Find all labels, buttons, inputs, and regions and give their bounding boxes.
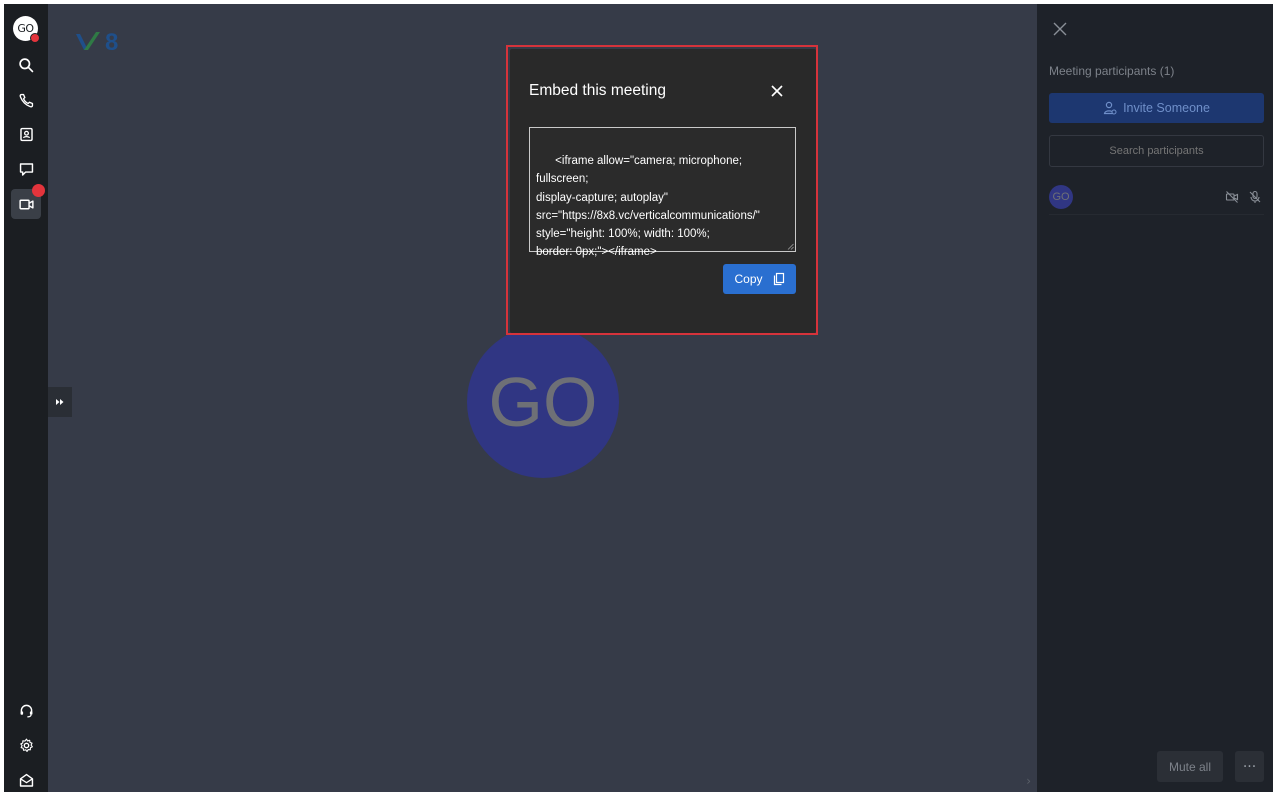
inbox-icon: [19, 773, 33, 787]
app-frame: GO 8 GO › Meeting participants (1) Invit…: [4, 4, 1273, 792]
gear-icon: [19, 738, 33, 752]
participants-panel: Meeting participants (1) Invite Someone …: [1037, 4, 1273, 792]
participant-video-initials: GO: [488, 363, 598, 441]
add-user-icon: [1103, 101, 1117, 115]
copy-button[interactable]: Copy: [723, 264, 796, 294]
search-icon: [18, 57, 33, 72]
mic-off-icon: [1249, 190, 1261, 203]
mute-all-button[interactable]: Mute all: [1157, 751, 1223, 782]
close-panel-button[interactable]: [1049, 18, 1071, 40]
expand-sidebar-button[interactable]: [48, 387, 72, 417]
search-participants-input[interactable]: [1049, 135, 1264, 167]
left-rail: GO: [4, 4, 48, 792]
active-call-badge: [32, 184, 45, 197]
meetings-button[interactable]: [11, 184, 45, 219]
close-dialog-button[interactable]: [769, 83, 785, 99]
user-avatar[interactable]: GO: [13, 16, 40, 43]
inbox-button[interactable]: [11, 765, 41, 792]
invite-button-label: Invite Someone: [1123, 101, 1210, 115]
double-chevron-right-icon: [56, 399, 64, 405]
phone-icon: [19, 93, 33, 107]
logo-icon: 8: [76, 29, 118, 56]
participant-row[interactable]: GO: [1049, 185, 1264, 215]
embed-code-text: <iframe allow="camera; microphone; fulls…: [536, 155, 760, 259]
svg-text:8: 8: [105, 29, 118, 54]
dialog-title: Embed this meeting: [529, 82, 666, 99]
camera-off-icon: [1225, 191, 1239, 203]
copy-icon: [773, 272, 784, 286]
resize-grip-icon[interactable]: [787, 243, 794, 250]
participant-video-avatar: GO: [467, 326, 619, 478]
embed-code-textarea[interactable]: <iframe allow="camera; microphone; fulls…: [529, 127, 796, 258]
embed-meeting-dialog: Embed this meeting <iframe allow="camera…: [510, 49, 816, 333]
calls-button[interactable]: [11, 85, 41, 115]
headset-icon: [20, 704, 32, 717]
brand-logo: 8: [74, 28, 126, 58]
chevron-right-icon[interactable]: ›: [1026, 774, 1031, 788]
support-button[interactable]: [11, 695, 41, 725]
settings-button[interactable]: [11, 730, 41, 760]
more-options-button[interactable]: ···: [1235, 751, 1264, 782]
panel-title: Meeting participants (1): [1049, 64, 1175, 78]
video-icon: [18, 199, 34, 209]
search-button[interactable]: [11, 50, 41, 80]
close-icon: [771, 85, 783, 97]
contacts-icon: [19, 127, 33, 141]
chat-icon: [19, 162, 33, 176]
contacts-button[interactable]: [11, 119, 41, 149]
participant-avatar: GO: [1049, 185, 1073, 209]
participant-initials: GO: [1052, 191, 1070, 203]
close-icon: [1053, 22, 1067, 36]
status-dot: [30, 33, 40, 43]
chat-button[interactable]: [11, 154, 41, 184]
copy-button-label: Copy: [734, 272, 763, 286]
invite-button[interactable]: Invite Someone: [1049, 93, 1264, 123]
